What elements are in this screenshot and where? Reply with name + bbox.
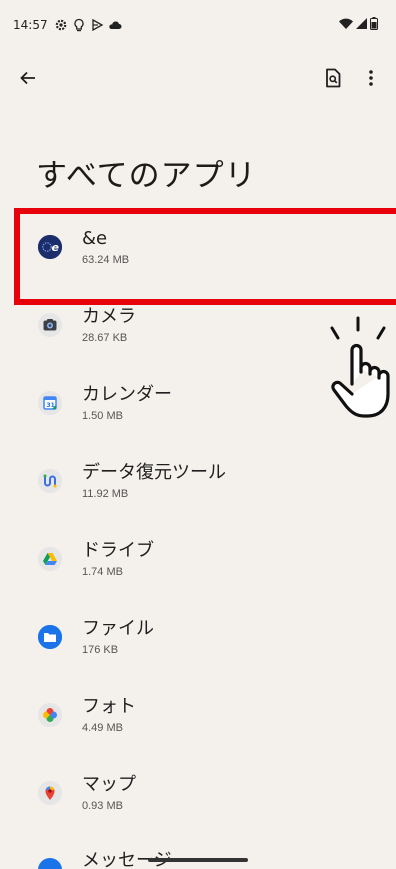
app-size: 1.50 MB xyxy=(82,410,123,422)
app-size: 4.49 MB xyxy=(82,722,123,734)
status-time: 14:57 xyxy=(13,18,48,32)
app-name: マップ xyxy=(82,774,136,795)
files-icon xyxy=(38,625,62,649)
app-size: 0.93 MB xyxy=(82,800,123,812)
app-size: 1.74 MB xyxy=(82,566,123,578)
calendar-icon: 31 xyxy=(38,391,62,415)
app-item-ande[interactable]: e &e 63.24 MB xyxy=(0,208,396,286)
messages-icon xyxy=(38,858,62,869)
app-size: 176 KB xyxy=(82,644,119,656)
battery-icon xyxy=(370,17,378,33)
app-name: カメラ xyxy=(82,306,136,327)
navigation-handle[interactable] xyxy=(148,858,248,862)
app-name: フォト xyxy=(82,696,136,717)
app-search-icon[interactable] xyxy=(320,64,346,92)
page-title: すべてのアプリ xyxy=(36,158,257,194)
play-icon xyxy=(90,18,104,32)
app-item-drive[interactable]: ドライブ 1.74 MB xyxy=(0,520,396,598)
app-name: データ復元ツール xyxy=(82,462,226,483)
app-name: カレンダー xyxy=(82,384,172,405)
app-name: ドライブ xyxy=(82,540,154,561)
app-size: 63.24 MB xyxy=(82,254,130,266)
app-item-calendar[interactable]: 31 カレンダー 1.50 MB xyxy=(0,364,396,442)
app-item-messages[interactable]: メッセージ xyxy=(0,844,396,869)
cloud-icon xyxy=(108,18,122,32)
arrow-back-icon[interactable] xyxy=(14,64,42,92)
app-item-files[interactable]: ファイル 176 KB xyxy=(0,598,396,676)
signal-icon xyxy=(356,17,367,33)
app-size: 28.67 KB xyxy=(82,332,128,344)
app-item-maps[interactable]: マップ 0.93 MB xyxy=(0,754,396,832)
app-size: 11.92 MB xyxy=(82,488,129,500)
maps-icon xyxy=(38,781,62,805)
app-name: ファイル xyxy=(82,618,154,639)
wifi-icon xyxy=(339,18,353,33)
camera-icon xyxy=(38,313,62,337)
gear-icon xyxy=(54,18,68,32)
svg-text:e: e xyxy=(52,241,60,254)
status-bar: 14:57 xyxy=(0,0,396,50)
ande-icon: e xyxy=(38,235,62,259)
data-restore-icon xyxy=(38,469,62,493)
photos-icon xyxy=(38,703,62,727)
top-app-bar xyxy=(0,58,396,98)
lightbulb-icon xyxy=(72,18,86,32)
drive-icon xyxy=(38,547,62,571)
app-item-camera[interactable]: カメラ 28.67 KB xyxy=(0,286,396,364)
app-item-data-restore-tool[interactable]: データ復元ツール 11.92 MB xyxy=(0,442,396,520)
app-name: &e xyxy=(82,228,108,249)
app-list: e &e 63.24 MB カメラ 28.67 KB 31 カレンダー 1.50… xyxy=(0,208,396,832)
more-vert-icon[interactable] xyxy=(358,64,384,92)
app-item-photos[interactable]: フォト 4.49 MB xyxy=(0,676,396,754)
